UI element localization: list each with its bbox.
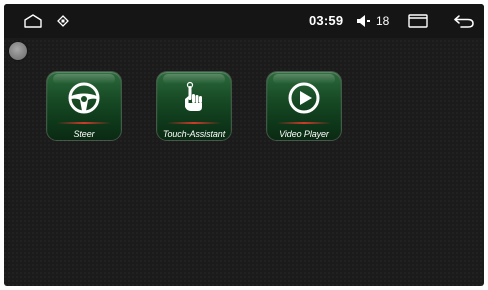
play-circle-icon xyxy=(288,82,320,114)
app-label: Video Player xyxy=(279,129,329,139)
home-screen: 03:59 18 Steer Touch-Assistant Video Pla… xyxy=(4,4,484,286)
app-label: Touch-Assistant xyxy=(162,129,226,139)
notification-icon[interactable] xyxy=(56,12,70,30)
recent-apps-icon[interactable] xyxy=(407,12,429,30)
app-video-player[interactable]: Video Player xyxy=(267,72,341,140)
app-glow-line xyxy=(167,122,221,124)
app-touch-assistant[interactable]: Touch-Assistant xyxy=(157,72,231,140)
app-glow-line xyxy=(57,122,111,124)
volume-icon[interactable] xyxy=(356,12,372,30)
touch-hand-icon xyxy=(185,81,202,111)
app-glow-line xyxy=(277,122,331,124)
app-label: Steer xyxy=(73,129,95,139)
app-steer[interactable]: Steer xyxy=(47,72,121,140)
clock-time: 03:59 xyxy=(309,13,344,28)
volume-level: 18 xyxy=(376,14,390,28)
floating-assistant-ball[interactable] xyxy=(9,42,27,60)
status-bar: 03:59 18 xyxy=(4,4,484,38)
home-icon[interactable] xyxy=(22,12,44,30)
back-icon[interactable] xyxy=(452,12,476,30)
steering-wheel-icon xyxy=(68,82,100,114)
